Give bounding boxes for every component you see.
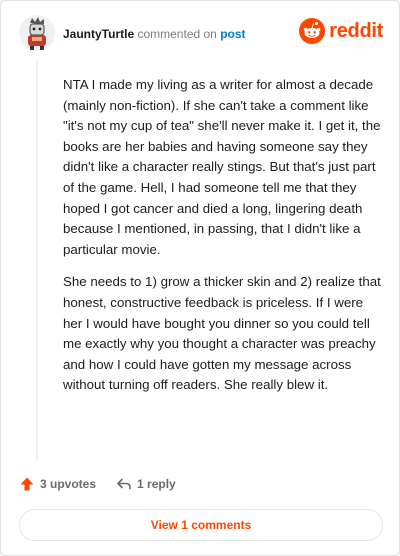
post-link[interactable]: post xyxy=(220,27,245,41)
reddit-logo[interactable]: reddit xyxy=(299,18,383,44)
comment-meta: JauntyTurtle commented on post xyxy=(63,26,246,42)
reply-arrow-icon xyxy=(117,478,131,490)
reddit-snoo-icon xyxy=(299,18,326,44)
comment-body: NTA I made my living as a writer for alm… xyxy=(63,75,381,408)
replies-count: 1 reply xyxy=(137,477,176,491)
comment-header: JauntyTurtle commented on post reddit xyxy=(19,15,383,55)
author-username[interactable]: JauntyTurtle xyxy=(63,27,134,41)
comment-card: JauntyTurtle commented on post reddit NT… xyxy=(0,0,400,556)
comment-paragraph: She needs to 1) grow a thicker skin and … xyxy=(63,274,381,393)
reply-button[interactable]: 1 reply xyxy=(116,476,176,492)
user-avatar[interactable] xyxy=(19,15,55,51)
comment-actions: 3 upvotes 1 reply xyxy=(19,474,176,494)
upvote-button[interactable]: 3 upvotes xyxy=(19,476,96,492)
action-text: commented on xyxy=(137,27,217,41)
comment-paragraph: NTA I made my living as a writer for alm… xyxy=(63,77,381,257)
arrow-up-icon xyxy=(20,477,34,491)
view-comments-button[interactable]: View 1 comments xyxy=(19,509,383,541)
avatar-illustration-icon xyxy=(19,15,55,51)
thread-line[interactable] xyxy=(36,61,38,461)
upvotes-count: 3 upvotes xyxy=(40,477,97,491)
reddit-wordmark: reddit xyxy=(329,20,383,42)
